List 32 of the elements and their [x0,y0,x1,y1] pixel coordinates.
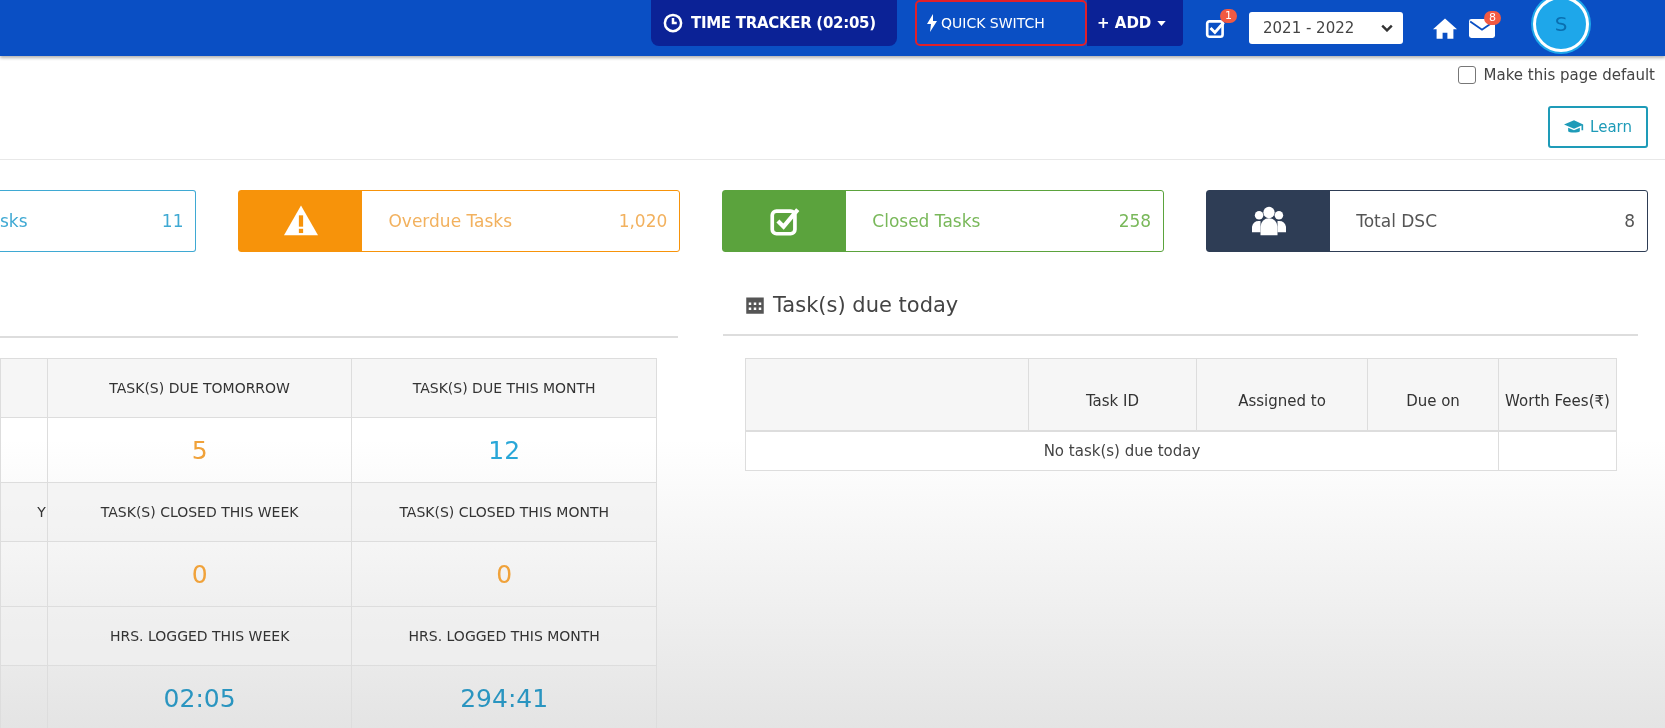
notification-badge: 1 [1220,9,1237,23]
stat-value: 0 [47,541,352,607]
column-header: HRS. LOGGED THIS MONTH [351,606,657,666]
empty-message: No task(s) due today [745,431,1499,471]
notification-badge: 8 [1484,10,1501,25]
stat-value: 12 [351,417,657,483]
column-header: TASK(S) CLOSED THIS WEEK [47,482,352,542]
card-label: Total DSC [1356,211,1437,231]
checkbox-label: Make this page default [1483,66,1655,84]
card-value: 258 [1118,211,1152,231]
time-tracker-button[interactable]: TIME TRACKER (02:05) [651,0,897,46]
column-header: TASK(S) DUE TOMORROW [47,358,352,418]
column-header: HRS. LOGGED THIS WEEK [47,606,352,666]
card-label: sks [0,211,28,231]
quick-switch-button[interactable]: QUICK SWITCH [915,0,1087,46]
column-header: Assigned to [1196,358,1368,431]
column-header: Task ID [1028,358,1197,431]
stat-value: 0 [351,541,657,607]
card-label: Overdue Tasks [388,211,513,231]
add-dropdown-button[interactable]: + ADD [1087,0,1183,46]
column-header: TASK(S) CLOSED THIS MONTH [351,482,657,542]
stat-value: 5 [47,417,352,483]
column-header: TASK(S) DUE THIS MONTH [351,358,657,418]
section-title: Task(s) due today [773,293,959,317]
column-header: Y [0,482,48,542]
card-value: 8 [1624,211,1635,231]
card-label: Closed Tasks [872,211,981,231]
card-value: 1,020 [618,211,668,231]
year-select[interactable]: 2021 - 2022 [1249,12,1403,44]
column-header: Worth Fees(₹) [1498,358,1617,431]
column-header: Due on [1367,358,1499,431]
card-value: 11 [161,211,184,231]
